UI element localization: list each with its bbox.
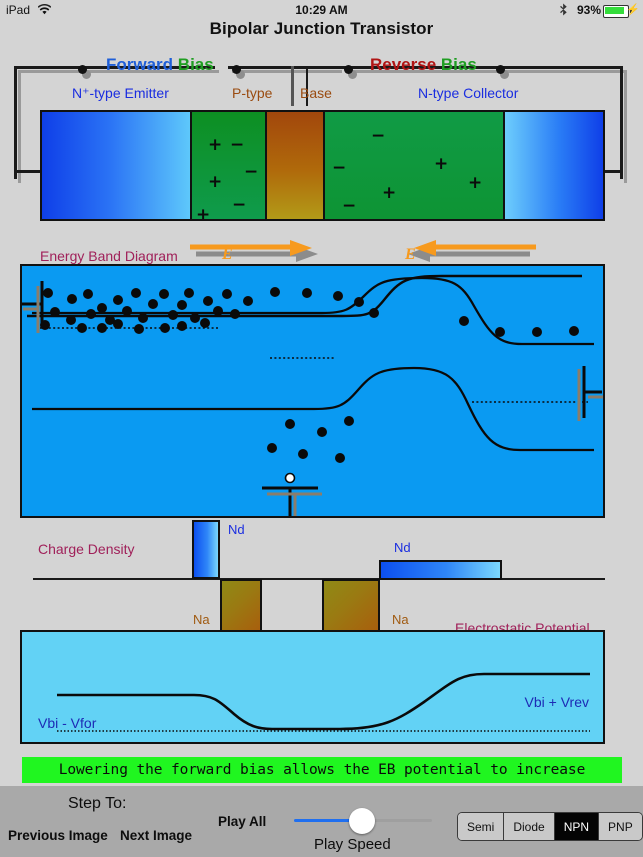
- charge-plus: +: [434, 154, 449, 174]
- charge-minus: −: [232, 195, 247, 215]
- message-text: Lowering the forward bias allows the EB …: [58, 762, 586, 778]
- segment-pnp[interactable]: PNP: [599, 813, 642, 840]
- charge-bar-na-left: [220, 579, 262, 632]
- battery-icon: [603, 5, 629, 18]
- transistor-cross-section: + − + − − + − − + + + −: [40, 110, 605, 221]
- charge-plus: +: [468, 173, 483, 193]
- charge-plus: +: [208, 135, 223, 155]
- slider-knob[interactable]: [349, 808, 375, 834]
- charge-minus: −: [244, 162, 259, 182]
- play-speed-label: Play Speed: [314, 836, 391, 853]
- charge-plus: +: [196, 205, 211, 221]
- bias-word-right: Bias: [440, 55, 477, 74]
- charge-density-label: Charge Density: [38, 541, 135, 557]
- circuit-node-1: [78, 65, 87, 74]
- charge-bar-na-right: [322, 579, 380, 632]
- charge-bar-nd-right: [379, 560, 502, 580]
- segment-semi[interactable]: Semi: [458, 813, 505, 840]
- band-curves: [22, 274, 603, 516]
- circuit-wire-mid-left: [228, 66, 346, 71]
- contact-symbol-base: [262, 486, 322, 516]
- charge-density-axis: [33, 578, 605, 580]
- charge-minus: −: [332, 158, 347, 178]
- efield-arrow-left: [190, 240, 318, 262]
- previous-image-button[interactable]: Previous Image: [8, 828, 108, 843]
- circuit-node-4: [496, 65, 505, 74]
- hole-dots: [267, 416, 354, 463]
- efield-symbol-left: E: [222, 246, 233, 263]
- forward-word: Forward: [106, 55, 174, 74]
- hole-open-dot: [284, 472, 296, 484]
- message-bar: Lowering the forward bias allows the EB …: [22, 757, 622, 783]
- charge-plus: +: [208, 172, 223, 192]
- status-bar: iPad 10:29 AM 93% ⚡: [0, 0, 643, 20]
- battery-percent-label: 93%: [576, 3, 601, 17]
- lightning-bolt-icon: ⚡: [626, 4, 640, 16]
- emitter-label: N⁺-type Emitter: [72, 85, 169, 101]
- circuit-node-2: [232, 65, 241, 74]
- region-collector: [505, 112, 603, 219]
- mode-segmented-control[interactable]: Semi Diode NPN PNP: [457, 812, 643, 841]
- play-all-button[interactable]: Play All: [218, 814, 266, 829]
- app-root: iPad 10:29 AM 93% ⚡ Bipolar Junction Tra…: [0, 0, 643, 857]
- bias-word-left: Bias: [177, 55, 214, 74]
- status-clock: 10:29 AM: [295, 3, 348, 17]
- charge-plus: +: [382, 183, 397, 203]
- forward-bias-label: Forward Bias: [106, 55, 214, 75]
- step-to-label: Step To:: [68, 795, 127, 812]
- electrostatic-potential-plot: Vbi - Vfor Vbi + Vrev: [20, 630, 605, 744]
- next-image-button[interactable]: Next Image: [120, 828, 192, 843]
- efield-arrow-right: [408, 240, 536, 262]
- region-base: [267, 112, 325, 219]
- vbi-plus-vrev-label: Vbi + Vrev: [524, 694, 589, 710]
- collector-label: N-type Collector: [418, 85, 519, 101]
- segment-diode[interactable]: Diode: [504, 813, 555, 840]
- na-right-label: Na: [392, 612, 409, 627]
- contact-symbol-right: [577, 366, 603, 421]
- ptype-label: P-type: [232, 85, 273, 101]
- reverse-word: Reverse: [370, 55, 437, 74]
- charge-minus: −: [230, 135, 245, 155]
- contact-symbol-left: [22, 281, 44, 333]
- page-title: Bipolar Junction Transistor: [209, 19, 434, 38]
- na-left-label: Na: [193, 612, 210, 627]
- circuit-node-3: [344, 65, 353, 74]
- energy-band-diagram-label: Energy Band Diagram: [40, 248, 178, 264]
- charge-minus: −: [342, 196, 357, 216]
- potential-curve: [57, 672, 590, 732]
- bluetooth-icon: [560, 3, 567, 16]
- region-emitter: [42, 112, 192, 219]
- reverse-bias-label: Reverse Bias: [370, 55, 477, 75]
- device-cross-section-panel: Forward Bias Reverse Bias N⁺-type Emitte…: [0, 55, 643, 233]
- vbi-minus-vfor-label: Vbi - Vfor: [38, 715, 97, 731]
- efield-symbol-right: E: [405, 246, 416, 263]
- charge-bar-nd-left: [192, 520, 220, 579]
- base-label: Base: [300, 85, 332, 101]
- circuit-wire-base-drop: [291, 66, 294, 106]
- segment-npn[interactable]: NPN: [554, 813, 600, 840]
- nd-right-label: Nd: [394, 540, 411, 555]
- energy-band-diagram: [20, 264, 605, 518]
- charge-minus: −: [371, 126, 386, 146]
- nd-left-label: Nd: [228, 522, 245, 537]
